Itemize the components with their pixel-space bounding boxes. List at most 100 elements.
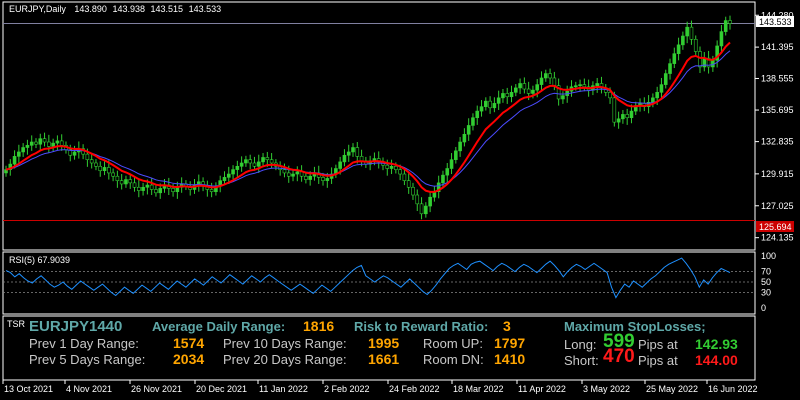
candle-body (578, 84, 582, 87)
candle-body (128, 179, 133, 184)
candle-body (252, 162, 257, 167)
short-label: Short: (564, 353, 599, 368)
prev5-value: 2034 (173, 351, 205, 367)
candle-body (552, 77, 557, 87)
rsi-label: RSI(5) 67.9039 (9, 255, 71, 265)
rsi-line (5, 257, 731, 299)
price-tick-label: 138.555 (761, 73, 794, 83)
candle-body (85, 153, 90, 160)
time-tick-label: 11 Jan 2022 (259, 384, 308, 394)
rr-label: Risk to Reward Ratio: (354, 319, 489, 334)
candle-body (385, 164, 390, 169)
prev20-label: Prev 20 Days Range: (223, 352, 347, 367)
candle-body (321, 177, 325, 181)
candle-body (132, 182, 137, 188)
candle-body (72, 151, 77, 156)
short-price: 144.00 (695, 352, 738, 368)
candle-body (651, 97, 655, 103)
candle-body (625, 114, 629, 119)
candle-body (419, 203, 424, 215)
candle-body (98, 165, 103, 172)
candle-body (154, 189, 158, 194)
candle-body (38, 138, 43, 145)
candle-body (338, 161, 342, 169)
candle-body (411, 186, 415, 196)
candles-group (4, 15, 732, 220)
candle-body (398, 169, 402, 175)
candle-body (282, 169, 287, 174)
candle-body (462, 133, 467, 143)
roomup-label: Room UP: (423, 336, 483, 351)
candle-body (582, 84, 587, 88)
candle-body (25, 145, 30, 148)
current-price-tag: 143.533 (759, 17, 792, 27)
candle-body (359, 156, 364, 162)
candle-body (535, 84, 540, 91)
candle-body (141, 186, 145, 191)
price-tick-label: 132.835 (761, 137, 794, 147)
short-pips-at: Pips at (638, 353, 678, 368)
candle-body (488, 100, 492, 109)
candle-body (728, 20, 732, 24)
candle-body (458, 141, 462, 152)
candle-body (171, 188, 175, 192)
candle-body (689, 26, 694, 40)
candle-body (295, 171, 300, 175)
candle-body (681, 35, 685, 46)
time-tick-label: 24 Feb 2022 (389, 384, 440, 394)
candle-body (496, 97, 501, 104)
candle-body (415, 194, 420, 205)
candle-body (595, 83, 599, 87)
time-tick-label: 25 May 2022 (646, 384, 698, 394)
candle-body (698, 51, 702, 68)
candle-body (608, 92, 612, 99)
candle-body (449, 159, 454, 169)
candle-body (505, 93, 510, 98)
ohlc-close: 143.533 (188, 4, 222, 14)
candle-body (94, 162, 98, 167)
rsi-tick-label: 0 (761, 303, 766, 313)
candle-body (291, 173, 295, 177)
candle-body (531, 89, 535, 94)
rr-value: 3 (503, 318, 511, 334)
candle-body (89, 159, 94, 164)
candle-body (346, 151, 351, 156)
price-tick-label: 124.135 (761, 233, 794, 243)
candle-body (394, 165, 398, 170)
long-price: 142.93 (695, 336, 738, 352)
time-tick-label: 13 Oct 2021 (4, 384, 53, 394)
candle-body (484, 100, 488, 107)
candle-body (124, 179, 128, 185)
candle-body (629, 110, 634, 119)
prev5-label: Prev 5 Days Range: (29, 352, 146, 367)
roomdn-label: Room DN: (423, 352, 484, 367)
candle-body (659, 84, 664, 93)
time-tick-label: 16 Jun 2022 (708, 384, 758, 394)
candle-body (102, 167, 107, 172)
candle-body (59, 140, 64, 146)
rsi-tick-label: 70 (761, 267, 771, 277)
tsr-tag: TSR (7, 319, 25, 329)
candle-body (304, 175, 308, 180)
candle-body (663, 73, 668, 85)
candle-body (248, 159, 252, 164)
candle-body (308, 175, 312, 180)
candle-body (475, 110, 480, 119)
candle-body (137, 186, 141, 191)
candle-body (616, 118, 621, 123)
candle-body (239, 162, 244, 167)
candle-body (111, 172, 115, 177)
candle-body (518, 83, 522, 89)
candle-body (209, 189, 214, 192)
prev20-value: 1661 (368, 351, 400, 367)
candle-body (226, 173, 231, 178)
candle-body (29, 141, 34, 146)
price-tick-label: 127.025 (761, 201, 794, 211)
rsi-plot-frame (2, 251, 756, 315)
candle-body (543, 73, 548, 79)
candle-body (342, 154, 347, 163)
candle-body (676, 44, 681, 54)
candle-body (222, 177, 227, 181)
candle-body (501, 93, 505, 99)
time-tick-label: 3 May 2022 (583, 384, 630, 394)
